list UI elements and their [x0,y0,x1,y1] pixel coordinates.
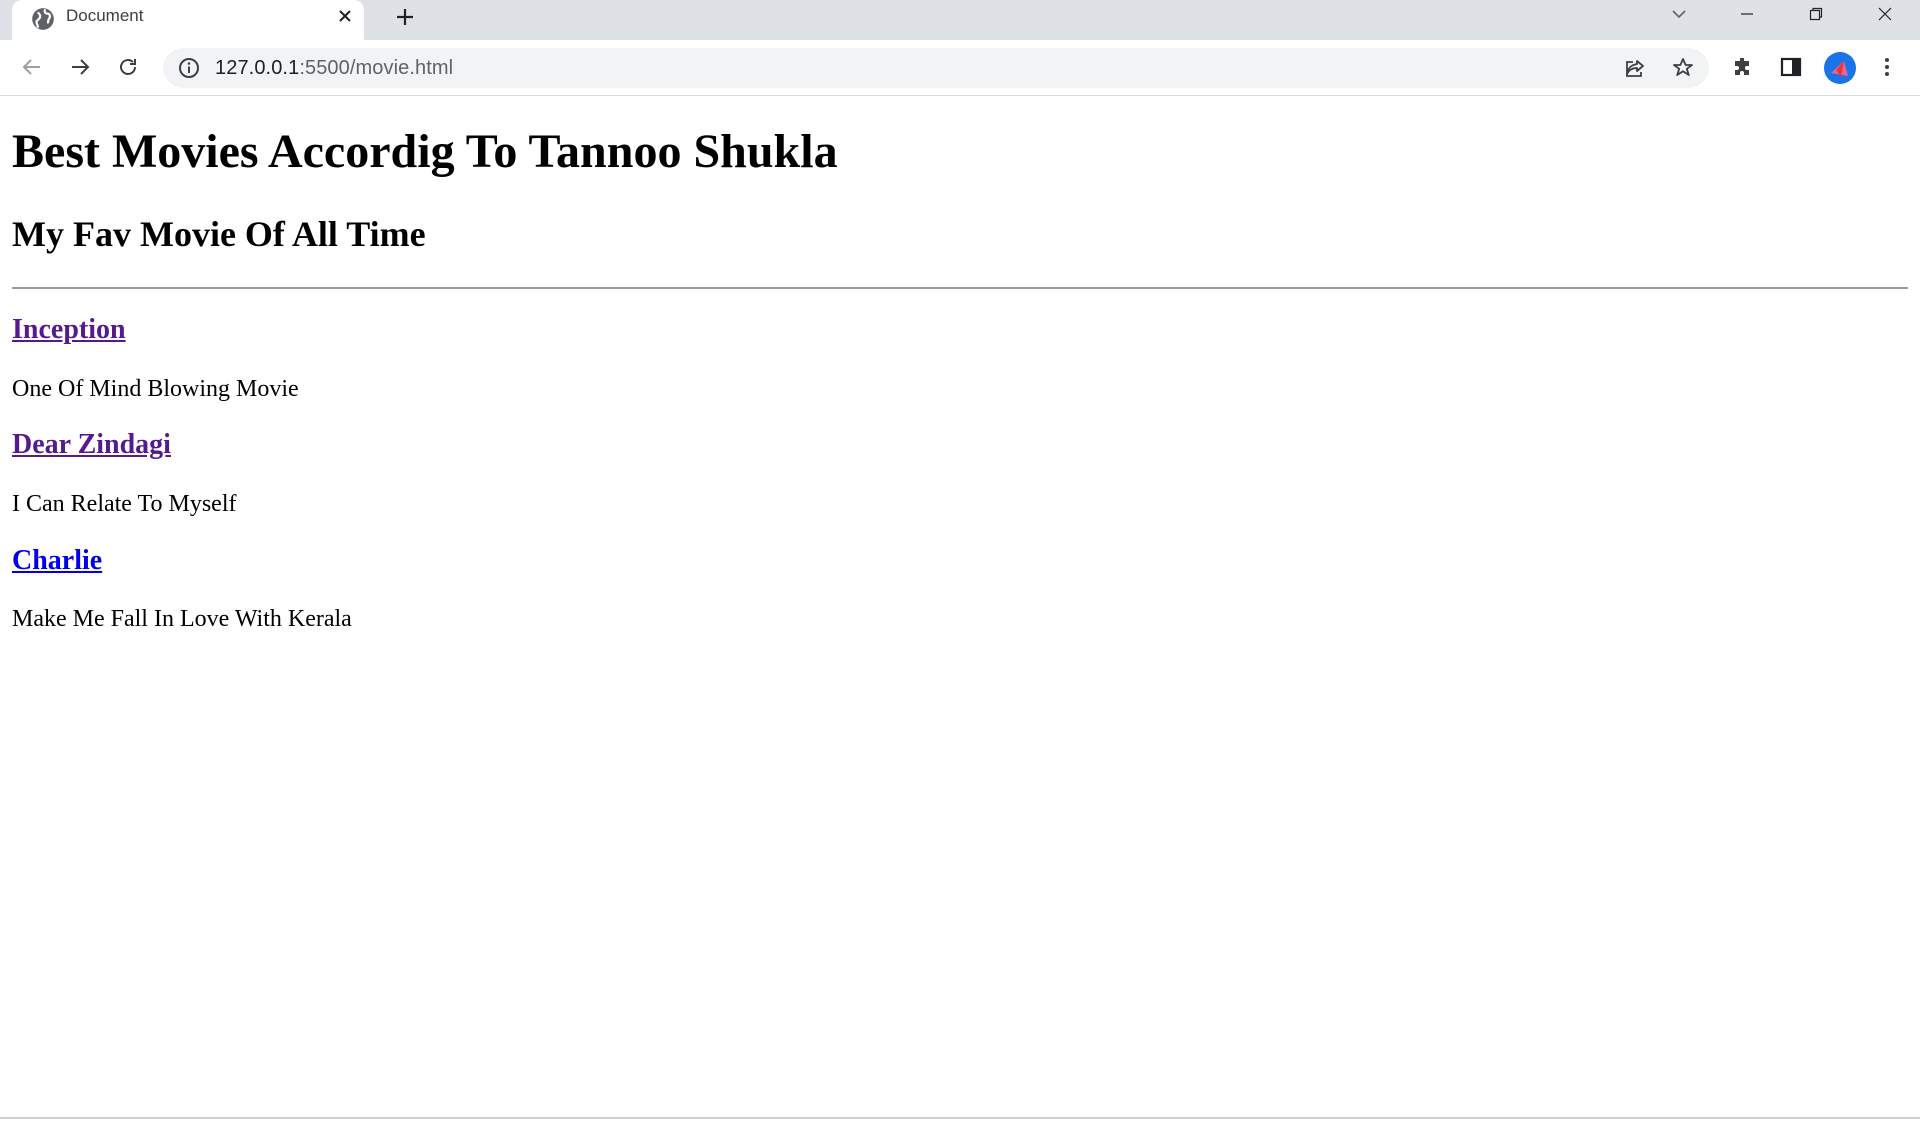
url-host: 127.0.0.1 [215,57,300,79]
bookmark-star-icon[interactable] [1669,54,1697,82]
close-tab-icon[interactable] [334,5,356,27]
profile-avatar[interactable] [1824,52,1856,84]
more-menu-icon[interactable] [1870,50,1904,84]
url-text[interactable]: 127.0.0.1:5500/movie.html [215,48,453,88]
tab-title: Document [66,6,144,25]
restore-icon[interactable] [1793,0,1839,28]
tab-strip: Document [0,0,1920,40]
window-bottom-edge [0,1117,1920,1119]
side-panel-icon[interactable] [1774,50,1808,84]
share-icon[interactable] [1621,54,1649,82]
page-content: Best Movies Accordig To Tannoo Shukla My… [0,96,1920,1116]
movie-title: Dear Zindagi [12,429,171,460]
url-path: :5500/movie.html [299,57,454,79]
back-icon[interactable] [15,50,49,84]
forward-icon[interactable] [63,50,97,84]
movie-link-inception[interactable]: Inception [12,314,126,346]
movie-title: Charlie [12,545,103,576]
address-bar[interactable]: 127.0.0.1:5500/movie.html [163,48,1709,88]
site-info-icon[interactable] [177,56,201,80]
reload-icon[interactable] [111,50,145,84]
globe-icon [30,6,56,32]
minimize-icon[interactable] [1724,0,1770,28]
movie-description: I Can Relate To Myself [12,491,237,517]
page-title: Best Movies Accordig To Tannoo Shukla [12,125,838,178]
page-subtitle: My Fav Movie Of All Time [12,214,426,254]
movie-link-dear-zindagi[interactable]: Dear Zindagi [12,429,171,461]
close-window-icon[interactable] [1862,0,1908,28]
new-tab-icon[interactable] [390,2,420,32]
divider [12,287,1908,289]
tab-search-icon[interactable] [1656,0,1702,28]
extensions-icon[interactable] [1726,50,1760,84]
movie-title: Inception [12,314,126,345]
movie-link-charlie[interactable]: Charlie [12,545,102,577]
browser-toolbar: 127.0.0.1:5500/movie.html [0,40,1920,96]
movie-description: One Of Mind Blowing Movie [12,376,299,402]
browser-tab[interactable]: Document [12,0,364,40]
movie-description: Make Me Fall In Love With Kerala [12,606,352,632]
